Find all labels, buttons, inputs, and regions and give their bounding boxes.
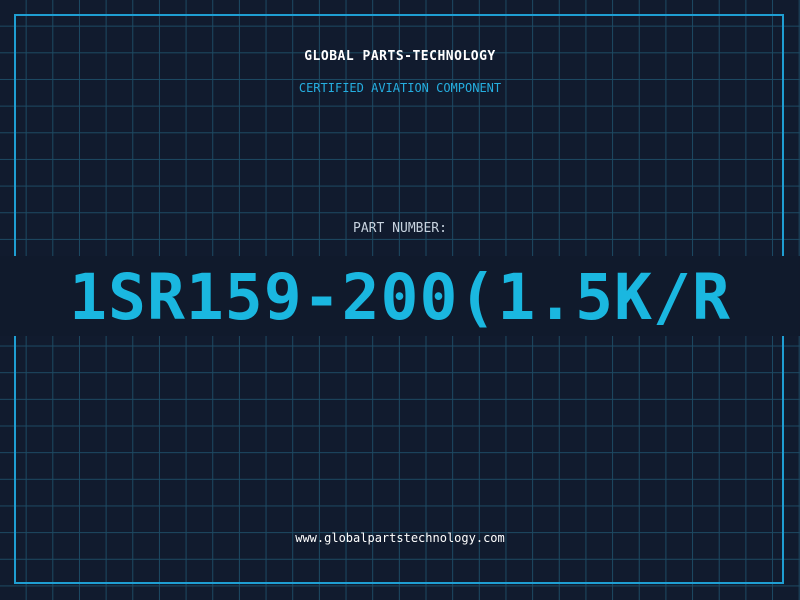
part-number-value: 1SR159-200(1.5K/R bbox=[69, 262, 731, 334]
website-url: www.globalpartstechnology.com bbox=[295, 531, 505, 545]
part-number-label: PART NUMBER: bbox=[353, 221, 447, 236]
brand-tagline: CERTIFIED AVIATION COMPONENT bbox=[298, 81, 502, 95]
brand-title: GLOBAL PARTS-TECHNOLOGY bbox=[304, 49, 496, 64]
part-card: GLOBAL PARTS-TECHNOLOGY CERTIFIED AVIATI… bbox=[0, 0, 800, 600]
